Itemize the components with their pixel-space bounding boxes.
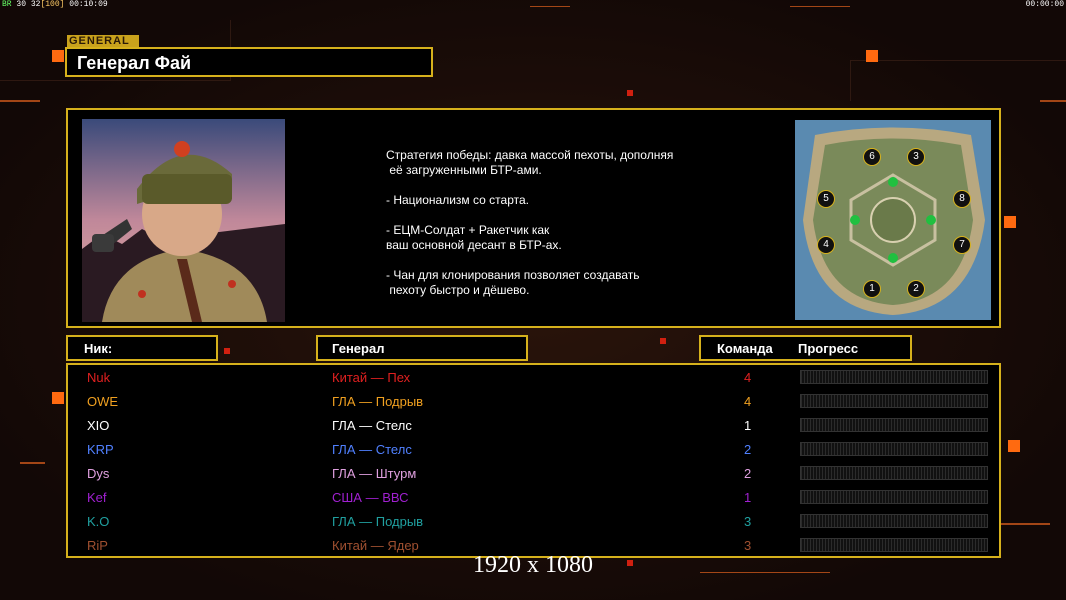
player-row: Nuk Китай — Пех 4	[68, 367, 999, 391]
player-general: ГЛА — Подрыв	[332, 514, 424, 529]
general-portrait	[82, 119, 285, 322]
hud-time: 00:10:09	[69, 0, 108, 9]
hud-stats: BR 30 32[100] 00:10:09	[2, 0, 108, 9]
deco-line	[530, 6, 570, 7]
header-nick-box: Ник:	[66, 335, 218, 361]
player-row: Kef США — ВВС 1	[68, 487, 999, 511]
player-row: OWE ГЛА — Подрыв 4	[68, 391, 999, 415]
player-progress-bar	[800, 538, 988, 552]
player-nick: KRP	[87, 442, 114, 457]
general-info-panel: Стратегия победы: давка массой пехоты, д…	[66, 108, 1001, 328]
player-team: 4	[744, 394, 752, 409]
player-team: 2	[744, 442, 752, 457]
header-team-progress-box: Команда Прогресс	[699, 335, 912, 361]
player-row: KRP ГЛА — Стелс 2	[68, 439, 999, 463]
hud-value-a: 30	[16, 0, 27, 9]
player-general: ГЛА — Подрыв	[332, 394, 424, 409]
resolution-label: 1920 x 1080	[473, 552, 593, 578]
deco-dot	[866, 50, 878, 62]
player-row: Dys ГЛА — Штурм 2	[68, 463, 999, 487]
hud-value-c: [100]	[40, 0, 65, 9]
map-slot: 3	[907, 148, 925, 166]
player-team: 2	[744, 466, 752, 481]
player-general: Китай — Ядер	[332, 538, 419, 553]
deco-dot	[1008, 440, 1020, 452]
deco-dot	[52, 392, 64, 404]
player-progress-bar	[800, 442, 988, 456]
hud-clock: 00:00:00	[1025, 0, 1064, 9]
player-general: ГЛА — Стелс	[332, 418, 412, 433]
deco-frame	[850, 60, 1066, 101]
deco-dot	[627, 90, 633, 96]
strategy-text: Стратегия победы: давка массой пехоты, д…	[386, 148, 674, 297]
player-progress-bar	[800, 466, 988, 480]
deco-dot	[1004, 216, 1016, 228]
player-row: K.O ГЛА — Подрыв 3	[68, 511, 999, 535]
player-nick: RiP	[87, 538, 108, 553]
header-team: Команда	[717, 341, 773, 356]
player-row: XIO ГЛА — Стелс 1	[68, 415, 999, 439]
header-general: Генерал	[332, 341, 385, 356]
header-general-box: Генерал	[316, 335, 528, 361]
general-tag: GENERAL	[67, 35, 139, 47]
map-slot: 2	[907, 280, 925, 298]
deco-dot	[224, 348, 230, 354]
player-team: 4	[744, 370, 752, 385]
player-team: 3	[744, 538, 752, 553]
players-panel: Nuk Китай — Пех 4 OWE ГЛА — Подрыв 4 XIO ГЛА — …	[66, 363, 1001, 558]
map-slot: 6	[863, 148, 881, 166]
deco-line	[790, 6, 850, 7]
player-progress-bar	[800, 418, 988, 432]
player-general: США — ВВС	[332, 490, 409, 505]
general-name-box: Генерал Фай	[65, 47, 433, 77]
map-slot: 5	[817, 190, 835, 208]
map-slot: 8	[953, 190, 971, 208]
map-slot: 1	[863, 280, 881, 298]
player-general: ГЛА — Стелс	[332, 442, 412, 457]
player-nick: Kef	[87, 490, 107, 505]
deco-dot	[660, 338, 666, 344]
player-progress-bar	[800, 490, 988, 504]
map-preview: 6 3 5 8 4 7 1 2	[795, 120, 991, 320]
player-team: 3	[744, 514, 752, 529]
player-progress-bar	[800, 394, 988, 408]
player-nick: Nuk	[87, 370, 111, 385]
player-progress-bar	[800, 514, 988, 528]
hud-value-b: 32	[30, 0, 41, 9]
player-nick: Dys	[87, 466, 110, 481]
header-nick: Ник:	[84, 341, 113, 356]
player-team: 1	[744, 490, 752, 505]
header-progress: Прогресс	[798, 341, 859, 356]
deco-line	[20, 462, 45, 464]
player-general: Китай — Пех	[332, 370, 411, 385]
map-slot: 4	[817, 236, 835, 254]
map-slot: 7	[953, 236, 971, 254]
player-general: ГЛА — Штурм	[332, 466, 417, 481]
general-name: Генерал Фай	[77, 53, 192, 73]
player-progress-bar	[800, 370, 988, 384]
player-nick: OWE	[87, 394, 119, 409]
player-nick: K.O	[87, 514, 110, 529]
player-team: 1	[744, 418, 752, 433]
deco-line	[1000, 523, 1050, 525]
deco-dot	[52, 50, 64, 62]
player-nick: XIO	[87, 418, 110, 433]
deco-line	[0, 100, 40, 102]
hud-prefix: BR	[2, 0, 12, 9]
